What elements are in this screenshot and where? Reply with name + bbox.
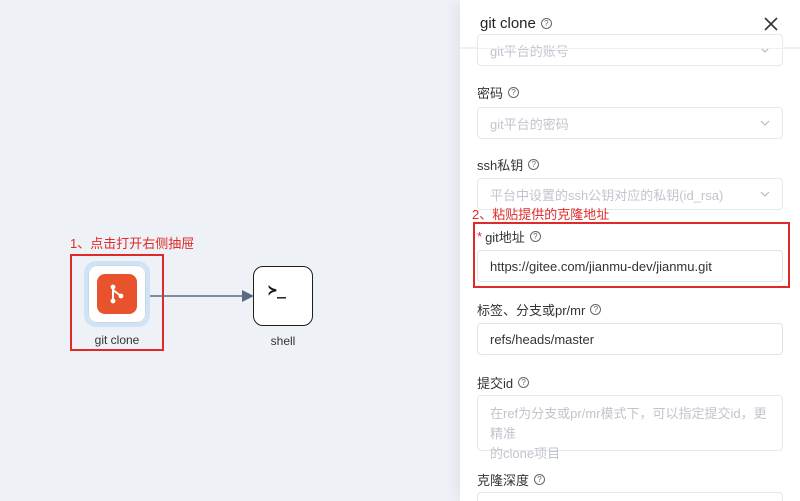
node-git-clone[interactable]: git clone bbox=[84, 261, 150, 347]
password-label-text: 密码 bbox=[477, 86, 504, 101]
account-select[interactable]: git平台的账号 bbox=[477, 34, 783, 66]
commit-id-textarea[interactable]: 在ref为分支或pr/mr模式下，可以指定提交id，更精准 的clone项目 bbox=[477, 395, 783, 461]
ssh-key-label: ssh私钥 ? bbox=[477, 155, 540, 174]
account-placeholder: git平台的账号 bbox=[490, 43, 569, 59]
help-icon[interactable]: ? bbox=[508, 87, 520, 98]
node-label: git clone bbox=[94, 333, 140, 347]
workflow-canvas[interactable]: 1、点击打开右侧抽屉 git clone ≻_ shell bbox=[0, 0, 460, 501]
git-url-input[interactable]: https://gitee.com/jianmu-dev/jianmu.git bbox=[477, 250, 783, 282]
node-shell[interactable]: ≻_ shell bbox=[253, 266, 313, 348]
ssh-key-label-text: ssh私钥 bbox=[477, 158, 524, 173]
git-url-value: https://gitee.com/jianmu-dev/jianmu.git bbox=[490, 258, 712, 274]
depth-label-text: 克隆深度 bbox=[477, 473, 530, 488]
commit-id-label: 提交id ? bbox=[477, 373, 530, 392]
drawer-title: git clone bbox=[480, 15, 536, 32]
ref-input[interactable]: refs/heads/master bbox=[477, 323, 783, 355]
chevron-down-icon bbox=[760, 47, 770, 53]
ref-label: 标签、分支或pr/mr ? bbox=[477, 300, 602, 319]
help-icon[interactable]: ? bbox=[528, 159, 540, 170]
terminal-icon: ≻_ bbox=[267, 281, 287, 299]
chevron-down-icon bbox=[760, 120, 770, 126]
depth-label: 克隆深度 ? bbox=[477, 470, 546, 489]
help-icon[interactable]: ? bbox=[529, 231, 541, 242]
commit-id-placeholder-line1: 在ref为分支或pr/mr模式下，可以指定提交id，更精准 bbox=[490, 406, 767, 441]
node-card[interactable]: ≻_ bbox=[253, 266, 313, 326]
help-icon[interactable]: ? bbox=[534, 474, 546, 485]
commit-id-placeholder-line2: 的clone项目 bbox=[490, 446, 561, 461]
ssh-key-placeholder: 平台中设置的ssh公钥对应的私钥(id_rsa) bbox=[490, 187, 724, 203]
password-label: 密码 ? bbox=[477, 83, 520, 102]
annotation-step1: 1、点击打开右侧抽屉 bbox=[70, 236, 195, 251]
edge-arrow bbox=[150, 290, 254, 302]
commit-id-label-text: 提交id bbox=[477, 376, 514, 391]
annotation-step2: 2、粘贴提供的克隆地址 bbox=[472, 207, 610, 222]
node-config-drawer: git clone ? git平台的账号 密码 ? git平台的密码 ssh私钥… bbox=[460, 0, 800, 501]
help-icon[interactable]: ? bbox=[590, 304, 602, 315]
help-icon[interactable]: ? bbox=[540, 18, 552, 29]
git-icon bbox=[97, 274, 137, 314]
password-placeholder: git平台的密码 bbox=[490, 116, 569, 132]
chevron-down-icon bbox=[760, 191, 770, 197]
git-url-label: * git地址 ? bbox=[477, 227, 541, 246]
password-select[interactable]: git平台的密码 bbox=[477, 107, 783, 139]
close-icon[interactable] bbox=[762, 15, 780, 33]
git-url-label-text: git地址 bbox=[485, 230, 525, 245]
header-divider bbox=[460, 48, 800, 49]
depth-input[interactable] bbox=[477, 492, 783, 501]
ref-label-text: 标签、分支或pr/mr bbox=[477, 303, 586, 318]
ref-value: refs/heads/master bbox=[490, 331, 595, 347]
node-card[interactable] bbox=[84, 261, 150, 327]
required-mark: * bbox=[477, 229, 483, 244]
help-icon[interactable]: ? bbox=[518, 377, 530, 388]
node-label: shell bbox=[270, 334, 296, 348]
